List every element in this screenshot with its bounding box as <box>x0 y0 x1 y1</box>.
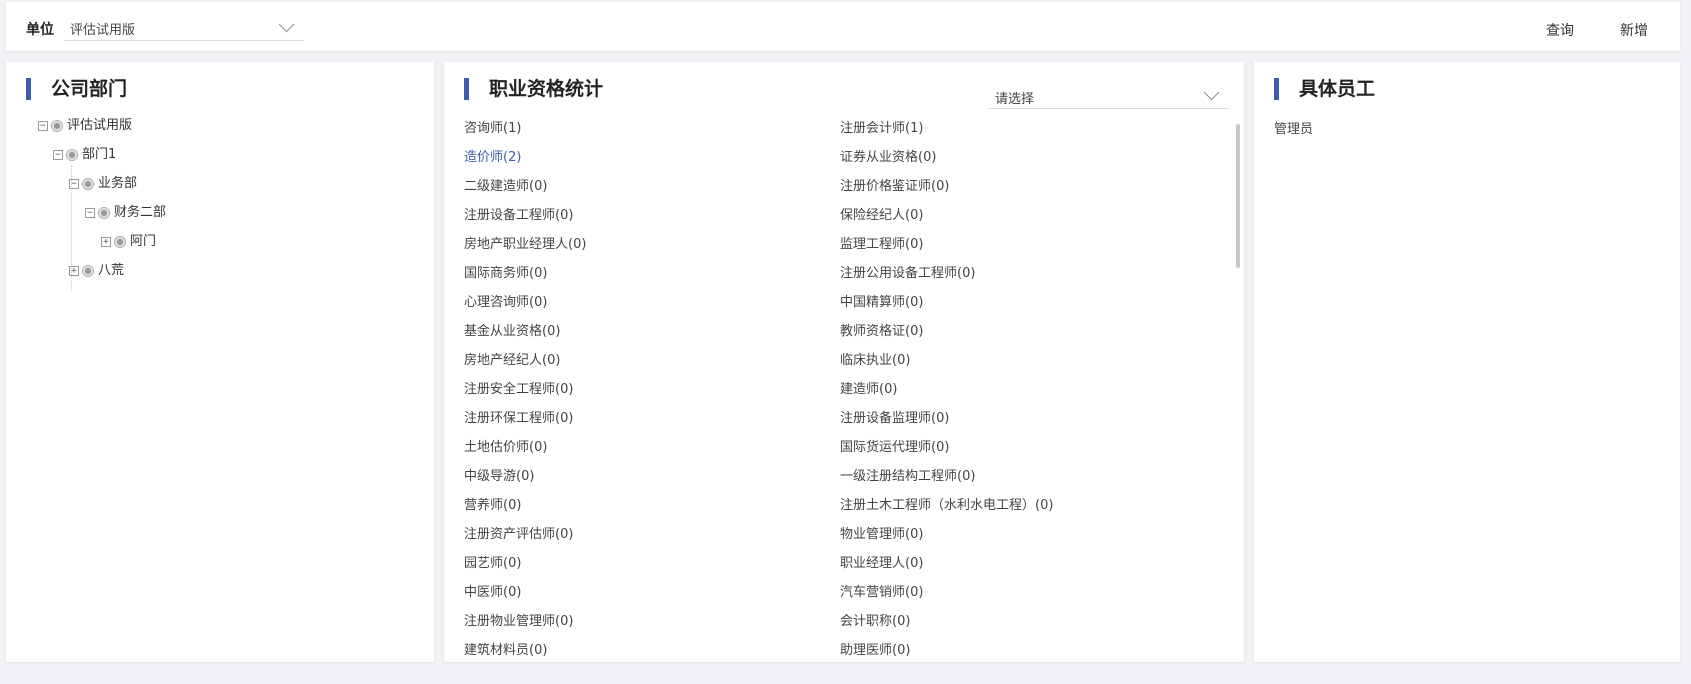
expand-icon[interactable]: + <box>101 237 111 247</box>
expand-icon[interactable]: + <box>69 266 79 276</box>
tree-node-label[interactable]: 八荒 <box>98 263 124 278</box>
qualification-item[interactable]: 注册土木工程师（水利水电工程）(0) <box>840 497 1053 526</box>
qualification-item[interactable]: 注册设备工程师(0) <box>464 207 586 236</box>
chevron-down-icon <box>278 16 295 33</box>
qualification-item[interactable]: 注册物业管理师(0) <box>464 613 586 642</box>
tree-node-business[interactable]: − 业务部 <box>69 175 137 193</box>
qualification-select[interactable]: 请选择 <box>989 82 1229 109</box>
vertical-scrollbar[interactable] <box>1236 124 1242 660</box>
query-button[interactable]: 查询 <box>1546 20 1574 40</box>
qualification-item[interactable]: 房地产职业经理人(0) <box>464 236 586 265</box>
qualification-item[interactable]: 助理医师(0) <box>840 642 1053 662</box>
qualification-item[interactable]: 二级建造师(0) <box>464 178 586 207</box>
qualification-item[interactable]: 建筑材料员(0) <box>464 642 586 662</box>
qualification-item[interactable]: 中级导游(0) <box>464 468 586 497</box>
qualification-list: 咨询师(1) 造价师(2) 二级建造师(0) 注册设备工程师(0) 房地产职业经理人(0… <box>464 120 1244 662</box>
scrollbar-thumb[interactable] <box>1236 124 1240 268</box>
qualification-item[interactable]: 注册环保工程师(0) <box>464 410 586 439</box>
departments-panel: 公司部门 − 评估试用版 − 部门1 − 业务部 − 财务二部 + 阿门 + 八荒 <box>6 62 434 662</box>
qualification-item[interactable]: 物业管理师(0) <box>840 526 1053 555</box>
tree-node-bahuang[interactable]: + 八荒 <box>69 262 124 280</box>
qualification-item[interactable]: 证券从业资格(0) <box>840 149 1053 178</box>
qualification-item[interactable]: 建造师(0) <box>840 381 1053 410</box>
collapse-icon[interactable]: − <box>53 150 63 160</box>
tree-node-dept1[interactable]: − 部门1 <box>53 146 116 164</box>
unit-label: 单位 <box>26 22 54 38</box>
qualification-item[interactable]: 注册设备监理师(0) <box>840 410 1053 439</box>
org-node-icon <box>98 207 110 219</box>
qualification-item[interactable]: 国际货运代理师(0) <box>840 439 1053 468</box>
chevron-down-icon <box>1203 84 1220 101</box>
qualification-item[interactable]: 心理咨询师(0) <box>464 294 586 323</box>
qualifications-title: 职业资格统计 <box>464 78 603 100</box>
collapse-icon[interactable]: − <box>38 121 48 131</box>
qualifications-panel: 职业资格统计 请选择 咨询师(1) 造价师(2) 二级建造师(0) 注册设备工程师(0… <box>444 62 1244 662</box>
qualification-item[interactable]: 教师资格证(0) <box>840 323 1053 352</box>
unit-select-value: 评估试用版 <box>70 23 136 38</box>
unit-select[interactable]: 评估试用版 <box>64 16 304 41</box>
qualification-item[interactable]: 园艺师(0) <box>464 555 586 584</box>
qualification-column-2: 注册会计师(1) 证券从业资格(0) 注册价格鉴证师(0) 保险经纪人(0) 监理工程师… <box>840 120 1053 662</box>
employee-item[interactable]: 管理员 <box>1274 118 1313 137</box>
tree-node-root[interactable]: − 评估试用版 <box>38 117 132 135</box>
qualification-item[interactable]: 职业经理人(0) <box>840 555 1053 584</box>
tree-node-amen[interactable]: + 阿门 <box>101 233 156 251</box>
qualification-item[interactable]: 中国精算师(0) <box>840 294 1053 323</box>
qualification-item[interactable]: 基金从业资格(0) <box>464 323 586 352</box>
tree-node-finance2[interactable]: − 财务二部 <box>85 204 166 222</box>
qualification-item[interactable]: 汽车营销师(0) <box>840 584 1053 613</box>
qualification-item[interactable]: 造价师(2) <box>464 149 586 178</box>
tree-node-label[interactable]: 部门1 <box>82 147 116 162</box>
qualification-item[interactable]: 注册价格鉴证师(0) <box>840 178 1053 207</box>
tree-node-label[interactable]: 财务二部 <box>114 205 166 220</box>
qualification-item[interactable]: 临床执业(0) <box>840 352 1053 381</box>
tree-node-label[interactable]: 阿门 <box>130 234 156 249</box>
qualification-item[interactable]: 注册安全工程师(0) <box>464 381 586 410</box>
employees-panel: 具体员工 管理员 <box>1254 62 1680 662</box>
add-button[interactable]: 新增 <box>1620 20 1648 40</box>
org-node-icon <box>66 149 78 161</box>
collapse-icon[interactable]: − <box>69 179 79 189</box>
qualification-item[interactable]: 注册公用设备工程师(0) <box>840 265 1053 294</box>
org-node-icon <box>82 265 94 277</box>
qualification-item[interactable]: 保险经纪人(0) <box>840 207 1053 236</box>
qualification-item[interactable]: 中医师(0) <box>464 584 586 613</box>
qualification-item[interactable]: 咨询师(1) <box>464 120 586 149</box>
top-toolbar: 单位 评估试用版 查询 新增 <box>6 2 1680 51</box>
qualification-column-1: 咨询师(1) 造价师(2) 二级建造师(0) 注册设备工程师(0) 房地产职业经理人(0… <box>464 120 586 662</box>
org-node-icon <box>82 178 94 190</box>
qualification-item[interactable]: 营养师(0) <box>464 497 586 526</box>
qualification-item[interactable]: 国际商务师(0) <box>464 265 586 294</box>
qualification-item[interactable]: 注册会计师(1) <box>840 120 1053 149</box>
tree-node-label[interactable]: 业务部 <box>98 176 137 191</box>
departments-title: 公司部门 <box>26 78 127 100</box>
org-node-icon <box>51 120 63 132</box>
collapse-icon[interactable]: − <box>85 208 95 218</box>
org-node-icon <box>114 236 126 248</box>
qualification-item[interactable]: 一级注册结构工程师(0) <box>840 468 1053 497</box>
qualification-item[interactable]: 土地估价师(0) <box>464 439 586 468</box>
qualification-item[interactable]: 注册资产评估师(0) <box>464 526 586 555</box>
qualification-item[interactable]: 监理工程师(0) <box>840 236 1053 265</box>
employees-title: 具体员工 <box>1274 78 1375 100</box>
qualification-select-placeholder: 请选择 <box>995 92 1035 107</box>
qualification-item[interactable]: 会计职称(0) <box>840 613 1053 642</box>
tree-node-label[interactable]: 评估试用版 <box>67 118 132 133</box>
qualification-item[interactable]: 房地产经纪人(0) <box>464 352 586 381</box>
